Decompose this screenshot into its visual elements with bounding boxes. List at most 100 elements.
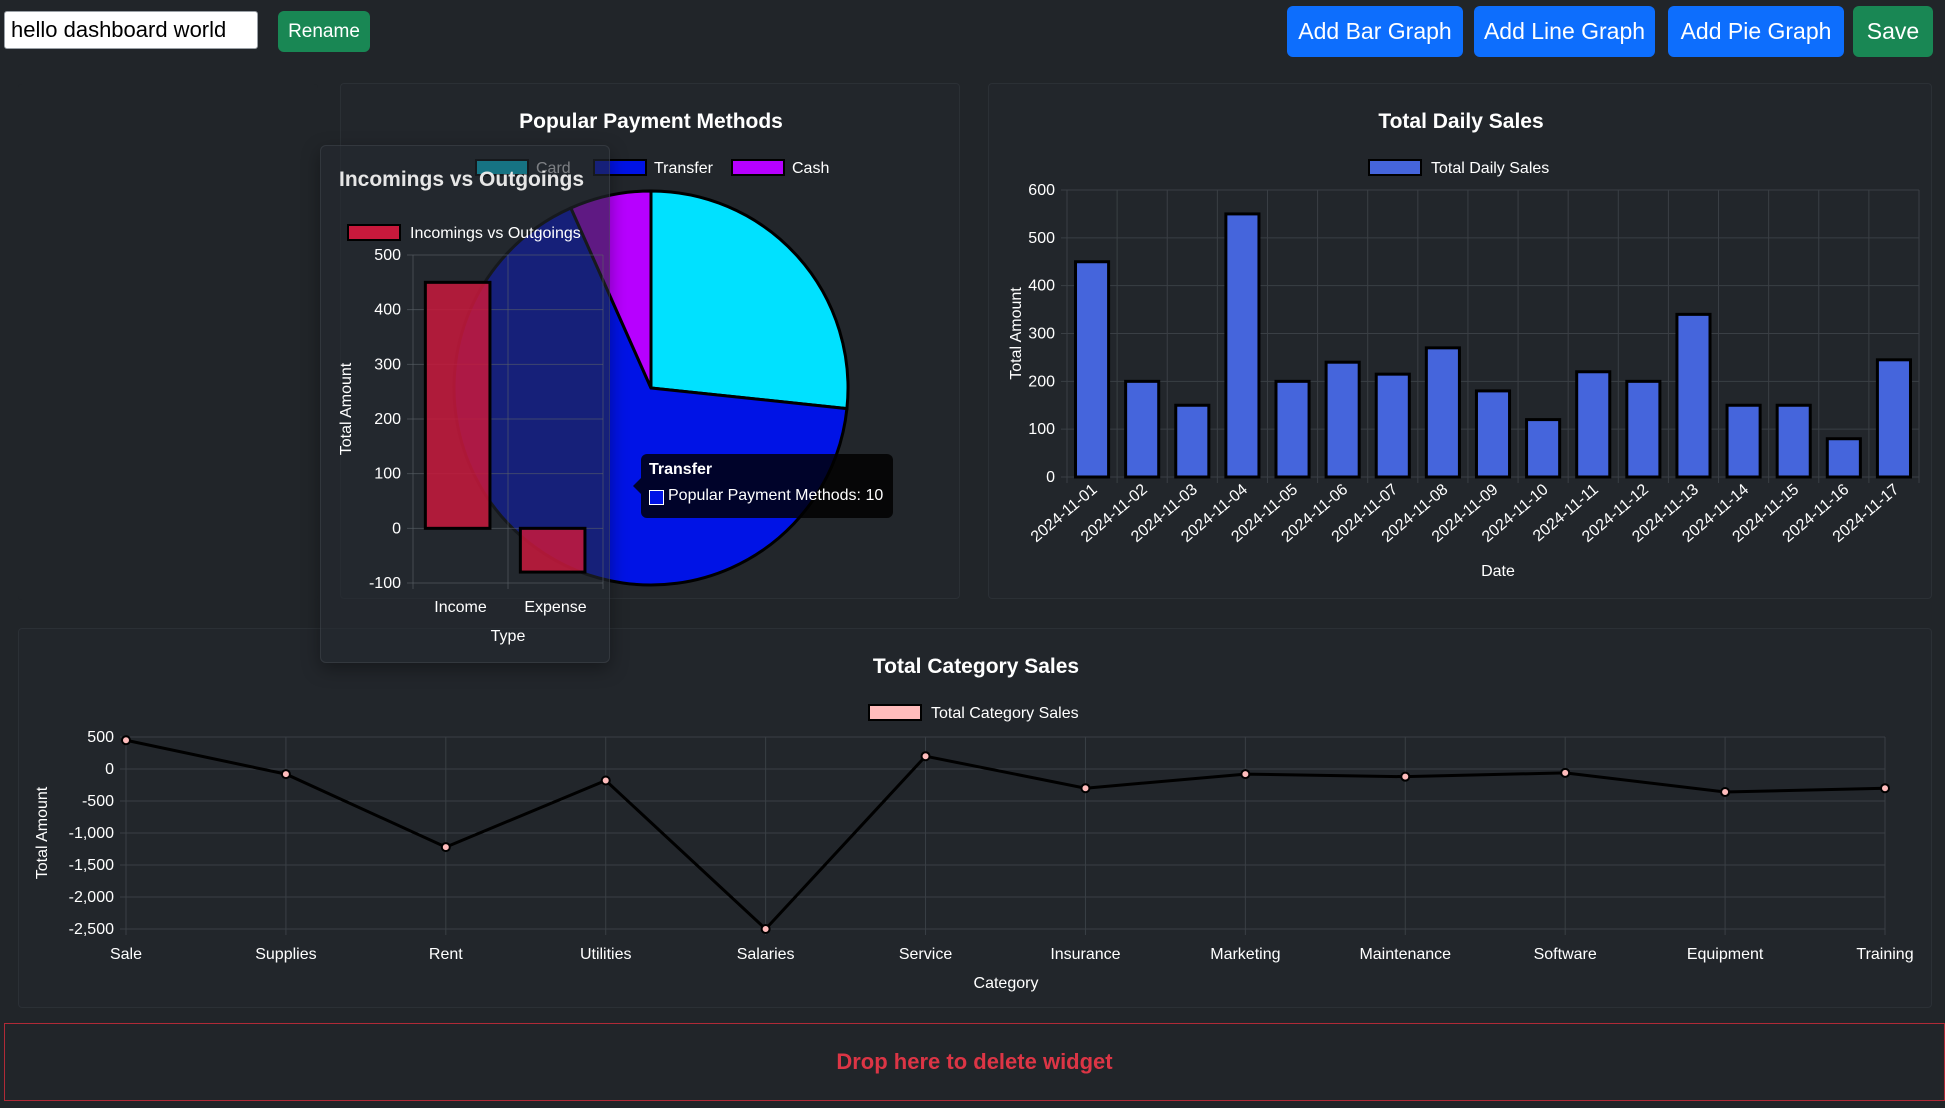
tooltip-value: 10 <box>865 487 884 504</box>
y-tick-label: -500 <box>82 793 114 810</box>
y-tick-label: 300 <box>374 356 401 373</box>
data-point <box>121 735 131 746</box>
daily-sales-bar-chart: Total Daily Sales Total Daily Sales 0 100 20… <box>1008 110 1920 580</box>
legend-swatch <box>868 704 922 721</box>
x-tick-label: Utilities <box>580 946 632 963</box>
rename-button[interactable]: Rename <box>278 11 370 52</box>
incomings-outgoings-widget[interactable]: Incomings vs Outgoings Incomings vs Outgo… <box>320 145 610 663</box>
chart-title: Total Daily Sales <box>1378 110 1543 133</box>
pie-slice-card <box>649 189 850 411</box>
chart-title: Total Category Sales <box>873 655 1079 678</box>
data-point <box>1560 767 1571 778</box>
y-tick-label: -1,000 <box>69 825 114 842</box>
x-tick-label: Income <box>434 599 487 616</box>
y-tick-label: 500 <box>87 729 114 746</box>
data-point <box>1240 769 1251 780</box>
x-tick-label: Salaries <box>737 946 795 963</box>
x-tick-label: Expense <box>524 599 586 616</box>
dashboard-name-input[interactable] <box>4 11 258 49</box>
bar <box>1775 403 1812 479</box>
bar <box>518 526 587 574</box>
data-point <box>440 842 451 853</box>
y-axis-label: Total Amount <box>34 786 51 879</box>
y-axis-label: Total Amount <box>338 362 355 455</box>
add-line-graph-button[interactable]: Add Line Graph <box>1474 6 1655 57</box>
y-tick-label: 0 <box>392 520 401 537</box>
add-pie-graph-button[interactable]: Add Pie Graph <box>1668 6 1844 57</box>
bar <box>1675 312 1712 479</box>
bar <box>1875 358 1912 479</box>
x-tick-label: Software <box>1534 946 1597 963</box>
x-tick-label: Maintenance <box>1359 946 1451 963</box>
data-point <box>1080 783 1091 794</box>
y-tick-label: 500 <box>374 247 401 264</box>
tooltip-series: Popular Payment Methods <box>668 487 857 504</box>
x-tick-label: Supplies <box>255 946 316 963</box>
tooltip-swatch <box>649 490 664 505</box>
bar <box>1274 379 1311 479</box>
tooltip-title: Transfer <box>649 461 713 478</box>
y-tick-label: 0 <box>1046 469 1055 486</box>
bar <box>1374 372 1411 479</box>
legend-label: Incomings vs Outgoings <box>410 225 581 242</box>
chart-tooltip: Transfer Popular Payment Methods: 10 <box>633 454 893 518</box>
legend-label: Total Category Sales <box>931 705 1079 722</box>
chart-title: Popular Payment Methods <box>519 110 783 133</box>
category-sales-widget[interactable]: Total Category Sales Total Category Sales… <box>18 628 1932 1008</box>
incomings-outgoings-bar-chart: Incomings vs Outgoings Incomings vs Outgo… <box>338 168 604 645</box>
bar <box>1224 212 1261 479</box>
x-axis-label: Type <box>491 628 526 645</box>
y-tick-label: 600 <box>1028 182 1055 199</box>
y-tick-label: 300 <box>1028 326 1055 343</box>
bar <box>1525 418 1562 479</box>
tooltip-caret <box>633 478 641 494</box>
tooltip-body: Popular Payment Methods: 10 <box>668 487 884 504</box>
data-point <box>1400 771 1411 782</box>
data-point <box>1720 787 1731 798</box>
x-tick-label: Equipment <box>1687 946 1764 963</box>
bar <box>1324 360 1361 479</box>
x-axis-label: Date <box>1481 563 1515 580</box>
y-tick-label: 200 <box>1028 373 1055 390</box>
x-axis-label: Category <box>974 975 1039 992</box>
y-tick-label: 200 <box>374 411 401 428</box>
legend-swatch <box>1368 159 1422 176</box>
y-tick-label: 0 <box>105 761 114 778</box>
bar <box>423 280 492 530</box>
bar <box>1124 379 1161 479</box>
y-tick-label: -2,500 <box>69 921 114 938</box>
y-tick-label: -1,500 <box>69 857 114 874</box>
y-tick-label: 100 <box>374 466 401 483</box>
chart-title: Incomings vs Outgoings <box>339 168 584 191</box>
data-point <box>1880 783 1890 794</box>
y-tick-label: -2,000 <box>69 889 114 906</box>
category-sales-line-chart: Total Category Sales Total Category Sales… <box>34 655 1914 992</box>
empty-widget-slot <box>18 84 318 600</box>
toolbar: Rename Add Bar Graph Add Line Graph Add … <box>0 0 1945 66</box>
legend-swatch <box>347 224 401 241</box>
dropzone-label: Drop here to delete widget <box>836 1049 1113 1074</box>
save-button[interactable]: Save <box>1853 6 1933 57</box>
x-tick-label: Service <box>899 946 952 963</box>
y-tick-label: 400 <box>374 302 401 319</box>
delete-dropzone[interactable]: Drop here to delete widget <box>4 1023 1945 1101</box>
add-bar-graph-button[interactable]: Add Bar Graph <box>1287 6 1463 57</box>
y-tick-label: 400 <box>1028 278 1055 295</box>
bar <box>1825 437 1862 479</box>
daily-sales-widget[interactable]: Total Daily Sales Total Daily Sales 0 100 20… <box>988 83 1932 599</box>
x-tick-label: Insurance <box>1050 946 1120 963</box>
legend-label: Total Daily Sales <box>1431 160 1549 177</box>
x-tick-label: Marketing <box>1210 946 1280 963</box>
bar <box>1174 403 1211 479</box>
legend-label-transfer: Transfer <box>654 160 714 177</box>
bar <box>1725 403 1762 479</box>
y-tick-label: 100 <box>1028 421 1055 438</box>
bar <box>1424 346 1461 479</box>
y-tick-label: 500 <box>1028 230 1055 247</box>
data-point <box>920 751 931 762</box>
legend-swatch-cash <box>731 159 785 176</box>
y-tick-label: -100 <box>369 575 401 592</box>
x-tick-label: Sale <box>110 946 142 963</box>
data-point <box>600 775 611 786</box>
legend-label-cash: Cash <box>792 160 829 177</box>
